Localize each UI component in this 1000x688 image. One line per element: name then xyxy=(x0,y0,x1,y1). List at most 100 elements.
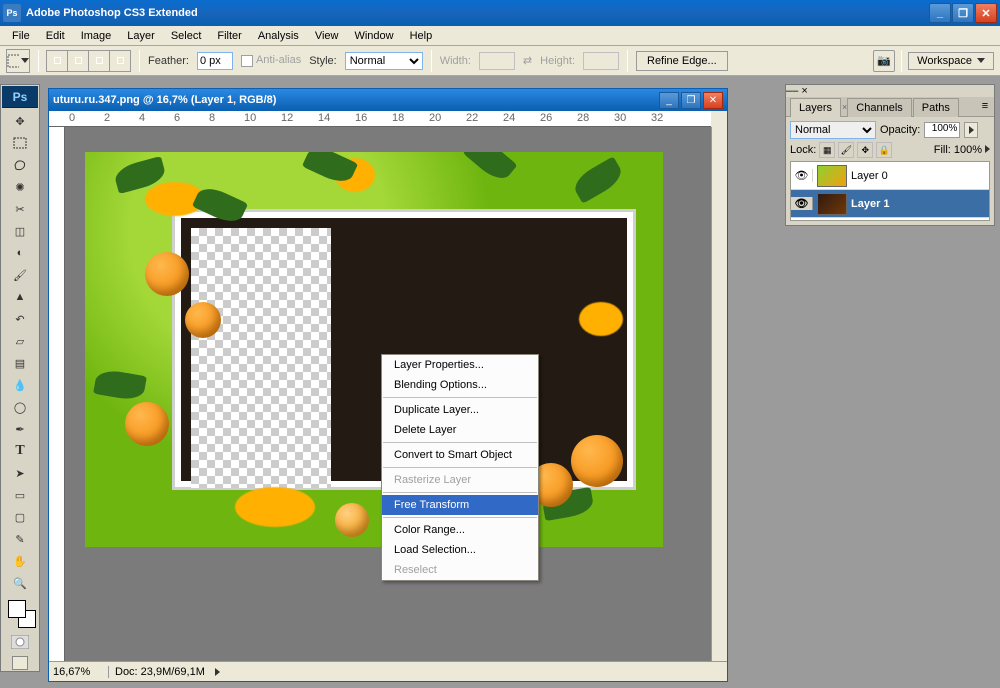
selection-intersect-button[interactable] xyxy=(109,50,131,72)
panel-collapse-button[interactable]: –– xyxy=(786,85,798,97)
ctx-convert-smart-object[interactable]: Convert to Smart Object xyxy=(382,445,538,465)
refine-edge-button[interactable]: Refine Edge... xyxy=(636,51,728,71)
opacity-value[interactable]: 100% xyxy=(924,122,960,138)
quick-mask-button[interactable] xyxy=(2,630,38,654)
opacity-flyout-button[interactable] xyxy=(964,122,978,138)
visibility-toggle[interactable]: 👁 xyxy=(791,197,813,210)
lasso-tool[interactable] xyxy=(2,154,38,176)
hand-tool[interactable]: ✋ xyxy=(2,550,38,572)
eraser-tool[interactable]: ▱ xyxy=(2,330,38,352)
tab-paths[interactable]: Paths xyxy=(913,98,959,117)
panels-column: –– × Layers × Channels Paths ≡ Normal Op… xyxy=(785,84,995,226)
zoom-field[interactable]: 16,67% xyxy=(49,666,109,678)
menu-view[interactable]: View xyxy=(307,28,347,44)
document-titlebar[interactable]: uturu.ru.347.png @ 16,7% (Layer 1, RGB/8… xyxy=(49,89,727,111)
clone-stamp-tool[interactable]: ▲ xyxy=(2,286,38,308)
app-icon: Ps xyxy=(3,4,21,22)
healing-brush-tool[interactable]: ◐ xyxy=(2,242,38,264)
docsize-text[interactable]: Doc: 23,9M/69,1M xyxy=(109,666,211,678)
foreground-color-swatch[interactable] xyxy=(8,600,26,618)
type-tool[interactable]: T xyxy=(2,440,38,462)
ctx-free-transform[interactable]: Free Transform xyxy=(382,495,538,515)
canvas-image[interactable] xyxy=(85,152,663,547)
pen-tool[interactable]: ✒ xyxy=(2,418,38,440)
maximize-button[interactable]: ❐ xyxy=(952,3,974,23)
crop-tool[interactable]: ✂ xyxy=(2,198,38,220)
notes-tool[interactable]: ▢ xyxy=(2,506,38,528)
panel-menu-button[interactable]: ≡ xyxy=(978,99,992,113)
menu-image[interactable]: Image xyxy=(73,28,120,44)
blend-mode-select[interactable]: Normal xyxy=(790,121,876,139)
history-brush-tool[interactable]: ↶ xyxy=(2,308,38,330)
fill-value[interactable]: 100% xyxy=(954,144,982,156)
doc-maximize-button[interactable]: ❐ xyxy=(681,92,701,109)
horizontal-ruler[interactable]: 0 2 4 6 8 10 12 14 16 18 20 22 24 26 28 … xyxy=(49,111,711,127)
selection-new-button[interactable] xyxy=(46,50,68,72)
lock-position-button[interactable]: ✥ xyxy=(857,142,873,158)
menu-file[interactable]: File xyxy=(4,28,38,44)
tab-layers[interactable]: Layers xyxy=(790,98,841,117)
zoom-tool[interactable]: 🔍 xyxy=(2,572,38,594)
minimize-button[interactable]: _ xyxy=(929,3,951,23)
chevron-right-icon[interactable] xyxy=(215,668,220,676)
fill-flyout-button[interactable] xyxy=(985,144,990,156)
screen-mode-button[interactable] xyxy=(12,656,28,670)
chevron-down-icon xyxy=(21,58,29,63)
separator xyxy=(383,492,537,493)
panel-close-button[interactable]: × xyxy=(801,85,807,97)
slice-tool[interactable]: ◫ xyxy=(2,220,38,242)
gradient-tool[interactable]: ▤ xyxy=(2,352,38,374)
lock-transparent-button[interactable]: ▦ xyxy=(819,142,835,158)
ctx-load-selection[interactable]: Load Selection... xyxy=(382,540,538,560)
move-tool[interactable]: ✥ xyxy=(2,110,38,132)
separator xyxy=(383,442,537,443)
layer-thumbnail[interactable] xyxy=(817,165,847,187)
eyedropper-tool[interactable]: ✎ xyxy=(2,528,38,550)
quick-selection-tool[interactable]: ✺ xyxy=(2,176,38,198)
ctx-duplicate-layer[interactable]: Duplicate Layer... xyxy=(382,400,538,420)
tab-channels[interactable]: Channels xyxy=(847,98,911,117)
menu-window[interactable]: Window xyxy=(346,28,401,44)
lock-image-button[interactable]: 🖌 xyxy=(838,142,854,158)
blur-tool[interactable]: 💧 xyxy=(2,374,38,396)
doc-close-button[interactable]: ✕ xyxy=(703,92,723,109)
layer-name[interactable]: Layer 1 xyxy=(851,198,989,210)
menu-edit[interactable]: Edit xyxy=(38,28,73,44)
selection-add-button[interactable] xyxy=(67,50,89,72)
path-selection-tool[interactable]: ➤ xyxy=(2,462,38,484)
selection-subtract-button[interactable] xyxy=(88,50,110,72)
feather-input[interactable] xyxy=(197,52,233,70)
vertical-scrollbar[interactable] xyxy=(711,127,727,661)
shape-tool[interactable]: ▭ xyxy=(2,484,38,506)
layer-name[interactable]: Layer 0 xyxy=(851,170,989,182)
vertical-ruler[interactable] xyxy=(49,127,65,661)
lock-all-button[interactable]: 🔒 xyxy=(876,142,892,158)
doc-minimize-button[interactable]: _ xyxy=(659,92,679,109)
menu-analysis[interactable]: Analysis xyxy=(250,28,307,44)
layer-row[interactable]: 👁 Layer 0 xyxy=(791,162,989,190)
ctx-color-range[interactable]: Color Range... xyxy=(382,520,538,540)
brush-tool[interactable]: 🖌 xyxy=(2,264,38,286)
swap-icon: ⇄ xyxy=(523,54,532,67)
workspace-button[interactable]: Workspace xyxy=(908,52,994,70)
menu-layer[interactable]: Layer xyxy=(119,28,163,44)
layer-thumbnail[interactable] xyxy=(817,193,847,215)
close-button[interactable]: ✕ xyxy=(975,3,997,23)
toolbox: Ps ✥ ✺ ✂ ◫ ◐ 🖌 ▲ ↶ ▱ ▤ 💧 ◯ ✒ T ➤ ▭ ▢ ✎ ✋… xyxy=(0,84,40,672)
toolbox-header[interactable]: Ps xyxy=(2,86,38,108)
ctx-layer-properties[interactable]: Layer Properties... xyxy=(382,355,538,375)
color-swatches[interactable] xyxy=(2,598,38,630)
ctx-delete-layer[interactable]: Delete Layer xyxy=(382,420,538,440)
screen-mode-group xyxy=(2,656,38,670)
layer-row[interactable]: 👁 Layer 1 xyxy=(791,190,989,218)
bridge-icon[interactable]: 📷 xyxy=(873,50,895,72)
ctx-blending-options[interactable]: Blending Options... xyxy=(382,375,538,395)
style-select[interactable]: Normal xyxy=(345,52,423,70)
menu-filter[interactable]: Filter xyxy=(209,28,249,44)
menu-help[interactable]: Help xyxy=(402,28,441,44)
active-tool-icon[interactable] xyxy=(6,49,30,73)
dodge-tool[interactable]: ◯ xyxy=(2,396,38,418)
marquee-tool[interactable] xyxy=(2,132,38,154)
menu-select[interactable]: Select xyxy=(163,28,210,44)
visibility-toggle[interactable]: 👁 xyxy=(791,169,813,182)
